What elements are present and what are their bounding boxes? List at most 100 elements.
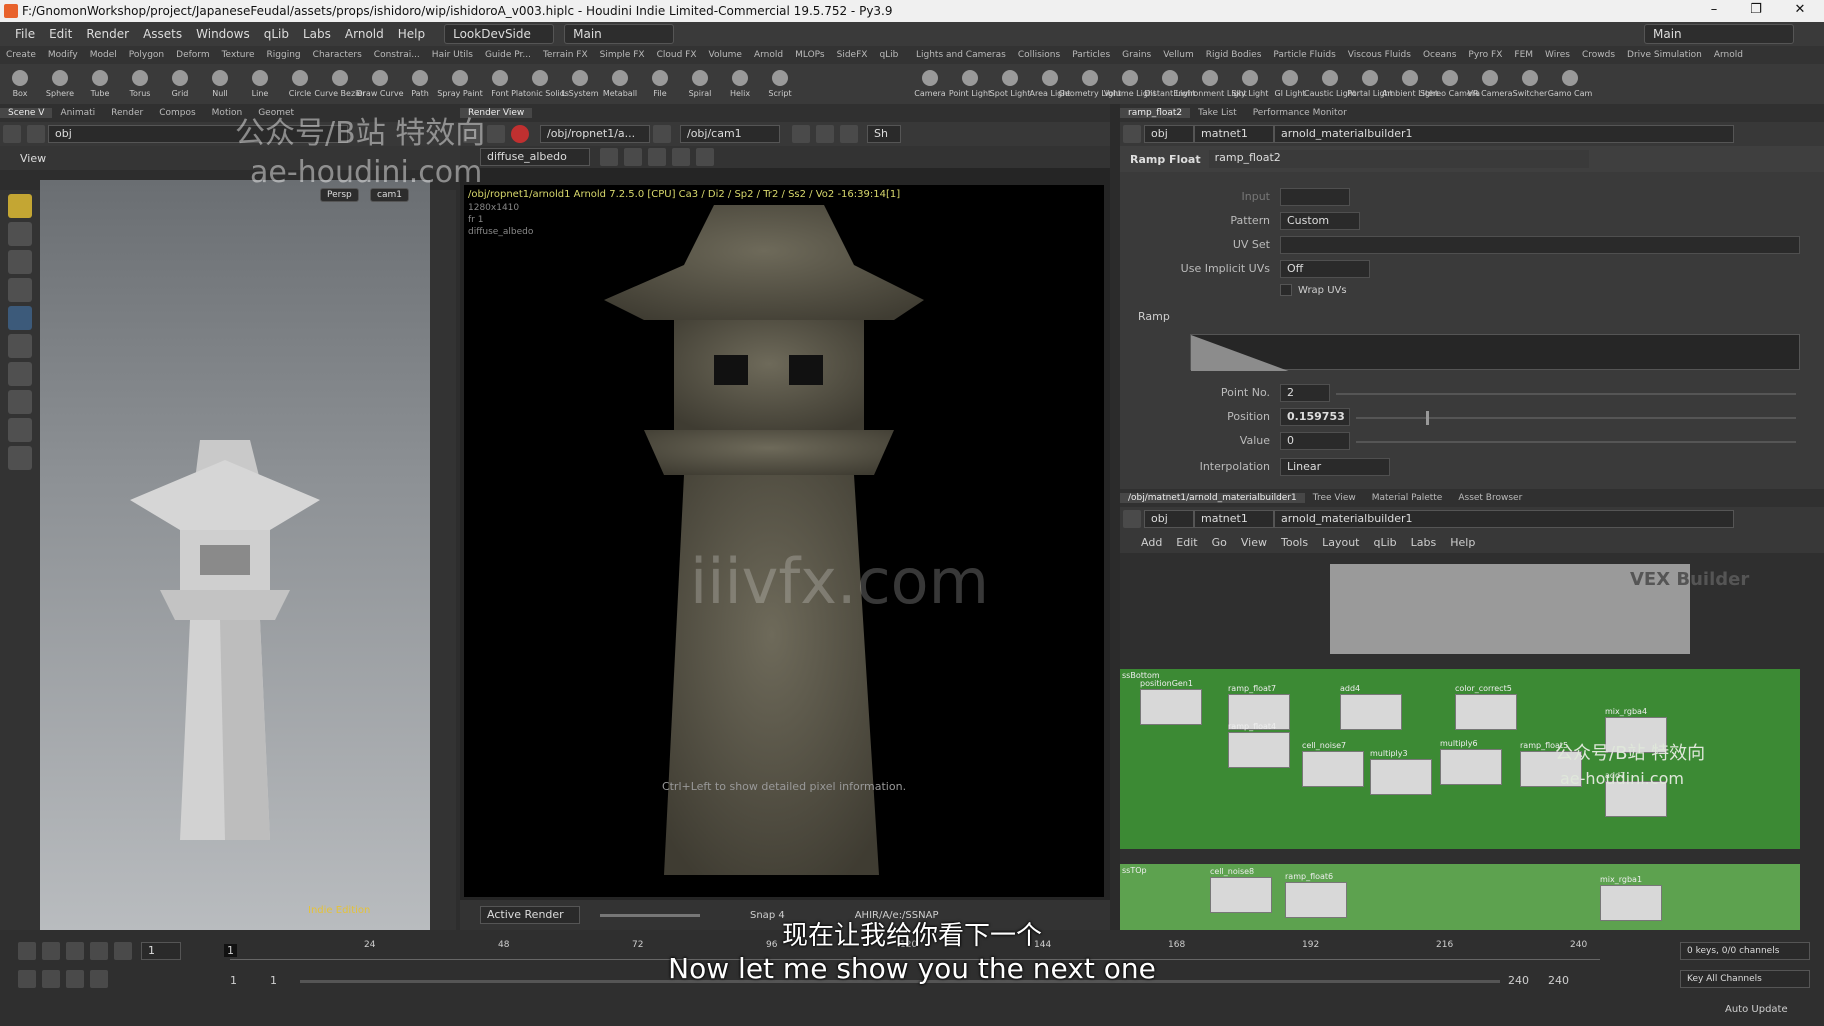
shelf-tool[interactable]: Script: [760, 64, 800, 104]
shelf-tool[interactable]: Sky Light: [1230, 64, 1270, 104]
shelf-tool[interactable]: Spot Light: [990, 64, 1030, 104]
menu-help[interactable]: Help: [391, 22, 432, 46]
shelf-tool[interactable]: Portal Light: [1347, 64, 1393, 104]
shelf-tab[interactable]: Texture: [216, 46, 261, 64]
shading-menu[interactable]: Sh: [867, 125, 901, 143]
menu-render[interactable]: Render: [79, 22, 136, 46]
vop-node[interactable]: [1340, 694, 1402, 730]
menu-qlib[interactable]: qLib: [257, 22, 296, 46]
info-icon[interactable]: [696, 148, 714, 166]
tab-asset-browser[interactable]: Asset Browser: [1450, 493, 1530, 503]
tab-network-path[interactable]: /obj/matnet1/arnold_materialbuilder1: [1120, 493, 1305, 503]
shelf-tool[interactable]: Ambient Light: [1382, 64, 1438, 104]
shelf-tool[interactable]: VR Camera: [1468, 64, 1512, 104]
shelf-tool[interactable]: Null: [200, 64, 240, 104]
net-menu-help[interactable]: Help: [1443, 536, 1482, 549]
shelf-tool[interactable]: Box: [0, 64, 40, 104]
scale-tool-icon[interactable]: [8, 278, 32, 302]
tab-performance-monitor[interactable]: Performance Monitor: [1245, 108, 1355, 118]
vop-node[interactable]: [1440, 749, 1502, 785]
shelf-tab[interactable]: Rigid Bodies: [1200, 46, 1268, 64]
shelf-tool[interactable]: Environment Light: [1173, 64, 1247, 104]
shelf-tab[interactable]: Viscous Fluids: [1342, 46, 1417, 64]
value-field[interactable]: 0: [1280, 432, 1350, 450]
menu-file[interactable]: File: [8, 22, 42, 46]
shelf-tab[interactable]: Create: [0, 46, 42, 64]
shelf-tool[interactable]: Draw Curve: [356, 64, 404, 104]
shelf-tool[interactable]: Tube: [80, 64, 120, 104]
shelf-tab[interactable]: Hair Utils: [426, 46, 479, 64]
implicit-uvs-menu[interactable]: Off: [1280, 260, 1370, 278]
shelf-tool[interactable]: Distant Light: [1144, 64, 1196, 104]
shelf-tab[interactable]: Polygon: [123, 46, 170, 64]
shelf-tab[interactable]: Grains: [1116, 46, 1157, 64]
shelf-tab[interactable]: FEM: [1508, 46, 1539, 64]
ramp-editor[interactable]: [1190, 334, 1800, 371]
node-name-field[interactable]: ramp_float2: [1208, 150, 1589, 168]
position-slider[interactable]: [1356, 411, 1796, 425]
shelf-tool[interactable]: Caustic Light: [1304, 64, 1356, 104]
minimize-button[interactable]: –: [1694, 2, 1734, 20]
back-arrow-icon[interactable]: [1123, 510, 1141, 528]
shelf-tab[interactable]: Deform: [170, 46, 215, 64]
vop-node[interactable]: [1370, 759, 1432, 795]
net-menu-edit[interactable]: Edit: [1169, 536, 1204, 549]
back-arrow-icon[interactable]: [1123, 125, 1141, 143]
shelf-tab[interactable]: Collisions: [1012, 46, 1066, 64]
persp-menu[interactable]: Persp: [320, 188, 359, 202]
shelf-tool[interactable]: Grid: [160, 64, 200, 104]
view-tool-icon[interactable]: [8, 418, 32, 442]
aov-selector[interactable]: diffuse_albedo: [480, 148, 590, 166]
rop-menu-icon[interactable]: [653, 125, 671, 143]
camera-selector[interactable]: /obj/cam1: [680, 125, 780, 143]
shelf-tab[interactable]: Pyro FX: [1462, 46, 1508, 64]
vop-node[interactable]: [1302, 751, 1364, 787]
handle-tool-icon[interactable]: [8, 306, 32, 330]
shelf-tool[interactable]: Torus: [120, 64, 160, 104]
shelf-tool[interactable]: Curve Bezier: [314, 64, 366, 104]
tab-tree-view[interactable]: Tree View: [1305, 493, 1364, 503]
tab-take-list[interactable]: Take List: [1190, 108, 1245, 118]
shelf-tool[interactable]: Spray Paint: [437, 64, 483, 104]
shelf-tool[interactable]: Area Light: [1030, 64, 1070, 104]
menu-assets[interactable]: Assets: [136, 22, 189, 46]
net-menu-tools[interactable]: Tools: [1274, 536, 1315, 549]
shelf-tool[interactable]: Camera: [910, 64, 950, 104]
shelf-tool[interactable]: Platonic Solids: [511, 64, 569, 104]
shelf-tool[interactable]: Metaball: [600, 64, 640, 104]
right-main-selector[interactable]: Main: [1644, 24, 1794, 44]
snapshot-icon[interactable]: [816, 125, 834, 143]
shelf-tab[interactable]: Model: [84, 46, 123, 64]
tab-ramp-float2[interactable]: ramp_float2: [1120, 108, 1191, 118]
desktop-selector[interactable]: LookDevSide: [444, 24, 555, 44]
maximize-button[interactable]: ❐: [1736, 2, 1776, 20]
rotate-tool-icon[interactable]: [8, 250, 32, 274]
shelf-tab[interactable]: Wires: [1539, 46, 1576, 64]
path-materialbuilder[interactable]: arnold_materialbuilder1: [1274, 125, 1734, 143]
shelf-tool[interactable]: Path: [400, 64, 440, 104]
forward-arrow-icon[interactable]: [27, 125, 45, 143]
shelf-tab[interactable]: Particles: [1066, 46, 1116, 64]
camera-menu[interactable]: cam1: [370, 188, 409, 202]
point-no-slider[interactable]: [1336, 393, 1796, 395]
shelf-tab[interactable]: Particle Fluids: [1267, 46, 1341, 64]
shelf-tab[interactable]: Characters: [307, 46, 368, 64]
net-menu-go[interactable]: Go: [1205, 536, 1234, 549]
menu-arnold[interactable]: Arnold: [338, 22, 391, 46]
zoom-out-icon[interactable]: [624, 148, 642, 166]
net-menu-layout[interactable]: Layout: [1315, 536, 1366, 549]
net-menu-qlib[interactable]: qLib: [1367, 536, 1404, 549]
shelf-tool[interactable]: Font: [480, 64, 520, 104]
pattern-menu[interactable]: Custom: [1280, 212, 1360, 230]
shelf-tool[interactable]: Point Light: [949, 64, 991, 104]
vop-node[interactable]: [1455, 694, 1517, 730]
shelf-tool[interactable]: Circle: [280, 64, 320, 104]
shelf-tool[interactable]: Volume Light: [1104, 64, 1156, 104]
close-button[interactable]: ✕: [1780, 2, 1820, 20]
shelf-tab[interactable]: qLib: [873, 46, 904, 64]
shelf-tab[interactable]: Arnold: [748, 46, 789, 64]
magnet-tool-icon[interactable]: [8, 390, 32, 414]
net-menu-view[interactable]: View: [1234, 536, 1274, 549]
render-region-icon[interactable]: [8, 446, 32, 470]
shelf-tab[interactable]: Simple FX: [594, 46, 651, 64]
